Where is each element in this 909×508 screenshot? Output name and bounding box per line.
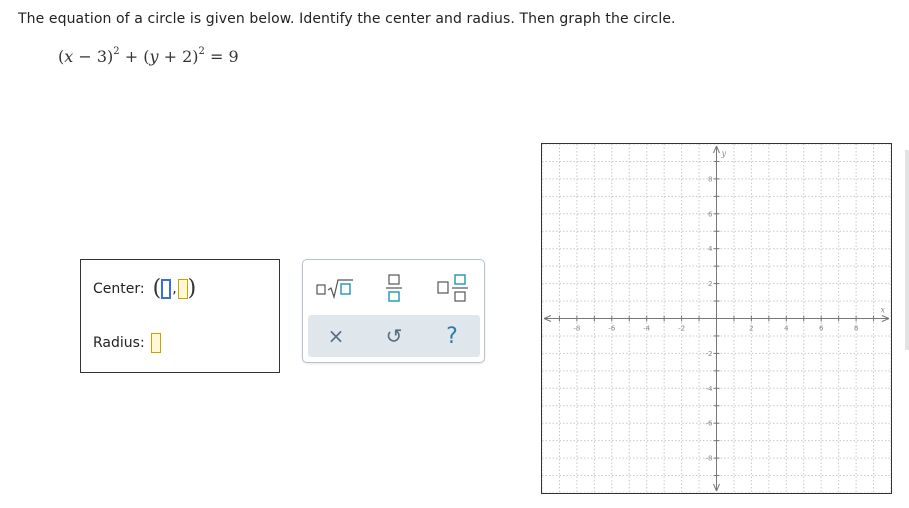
radius-input[interactable] <box>150 333 161 353</box>
clear-button[interactable]: × <box>312 319 360 353</box>
center-x-input[interactable] <box>161 279 172 299</box>
center-open-paren: ( <box>152 276 162 301</box>
fraction-template-button[interactable] <box>370 270 418 306</box>
close-icon: × <box>327 324 345 348</box>
y-tick-label: 4 <box>708 245 713 253</box>
mixed-number-template-button[interactable] <box>429 270 477 306</box>
y-tick-label: -8 <box>706 455 713 463</box>
y-tick-label: -6 <box>706 420 714 428</box>
graph-canvas[interactable]: -8 -6 -4 -2 2 4 6 8 8 6 4 2 -2 -4 -6 -8 x y <box>542 144 891 493</box>
answer-box: Center: ( , ) Radius: <box>80 259 280 373</box>
x-tick-label: 6 <box>819 325 824 333</box>
x-tick-label: 4 <box>784 325 789 333</box>
radius-row: Radius: <box>93 333 161 353</box>
fraction-icon <box>386 274 402 302</box>
center-close-paren: ) <box>187 276 197 301</box>
center-row: Center: ( , ) <box>93 278 196 300</box>
center-label: Center: <box>93 281 145 297</box>
page-scrollbar[interactable] <box>905 150 909 350</box>
x-axis-label: x <box>880 306 885 315</box>
y-axis-label: y <box>721 149 727 158</box>
question-text: The equation of a circle is given below.… <box>18 11 676 27</box>
x-tick-label: 8 <box>854 325 858 333</box>
y-tick-label: -4 <box>706 385 714 393</box>
x-tick-label: 2 <box>749 325 753 333</box>
x-tick-label: -8 <box>573 325 580 333</box>
y-tick-label: -2 <box>706 350 713 358</box>
undo-icon: ↺ <box>385 324 403 348</box>
y-tick-label: 8 <box>708 175 712 183</box>
x-tick-label: -2 <box>678 325 685 333</box>
center-y-input[interactable] <box>177 279 188 299</box>
palette-action-bar: × ↺ ? <box>308 315 480 357</box>
help-button[interactable]: ? <box>428 319 476 353</box>
y-tick-label: 2 <box>708 280 712 288</box>
undo-button[interactable]: ↺ <box>370 319 418 353</box>
math-palette: × ↺ ? <box>302 259 485 363</box>
help-icon: ? <box>446 323 458 349</box>
coordinate-graph[interactable]: -8 -6 -4 -2 2 4 6 8 8 6 4 2 -2 -4 -6 -8 x y <box>541 143 892 494</box>
sqrt-icon <box>316 279 353 300</box>
y-tick-label: 6 <box>708 210 713 218</box>
x-tick-label: -4 <box>643 325 651 333</box>
radius-label: Radius: <box>93 335 145 351</box>
circle-equation: (x − 3)2 + (y + 2)2 = 9 <box>58 45 239 66</box>
sqrt-template-button[interactable] <box>311 270 359 306</box>
center-comma: , <box>172 281 177 297</box>
x-tick-label: -6 <box>608 325 616 333</box>
mixed-number-icon <box>437 274 468 302</box>
